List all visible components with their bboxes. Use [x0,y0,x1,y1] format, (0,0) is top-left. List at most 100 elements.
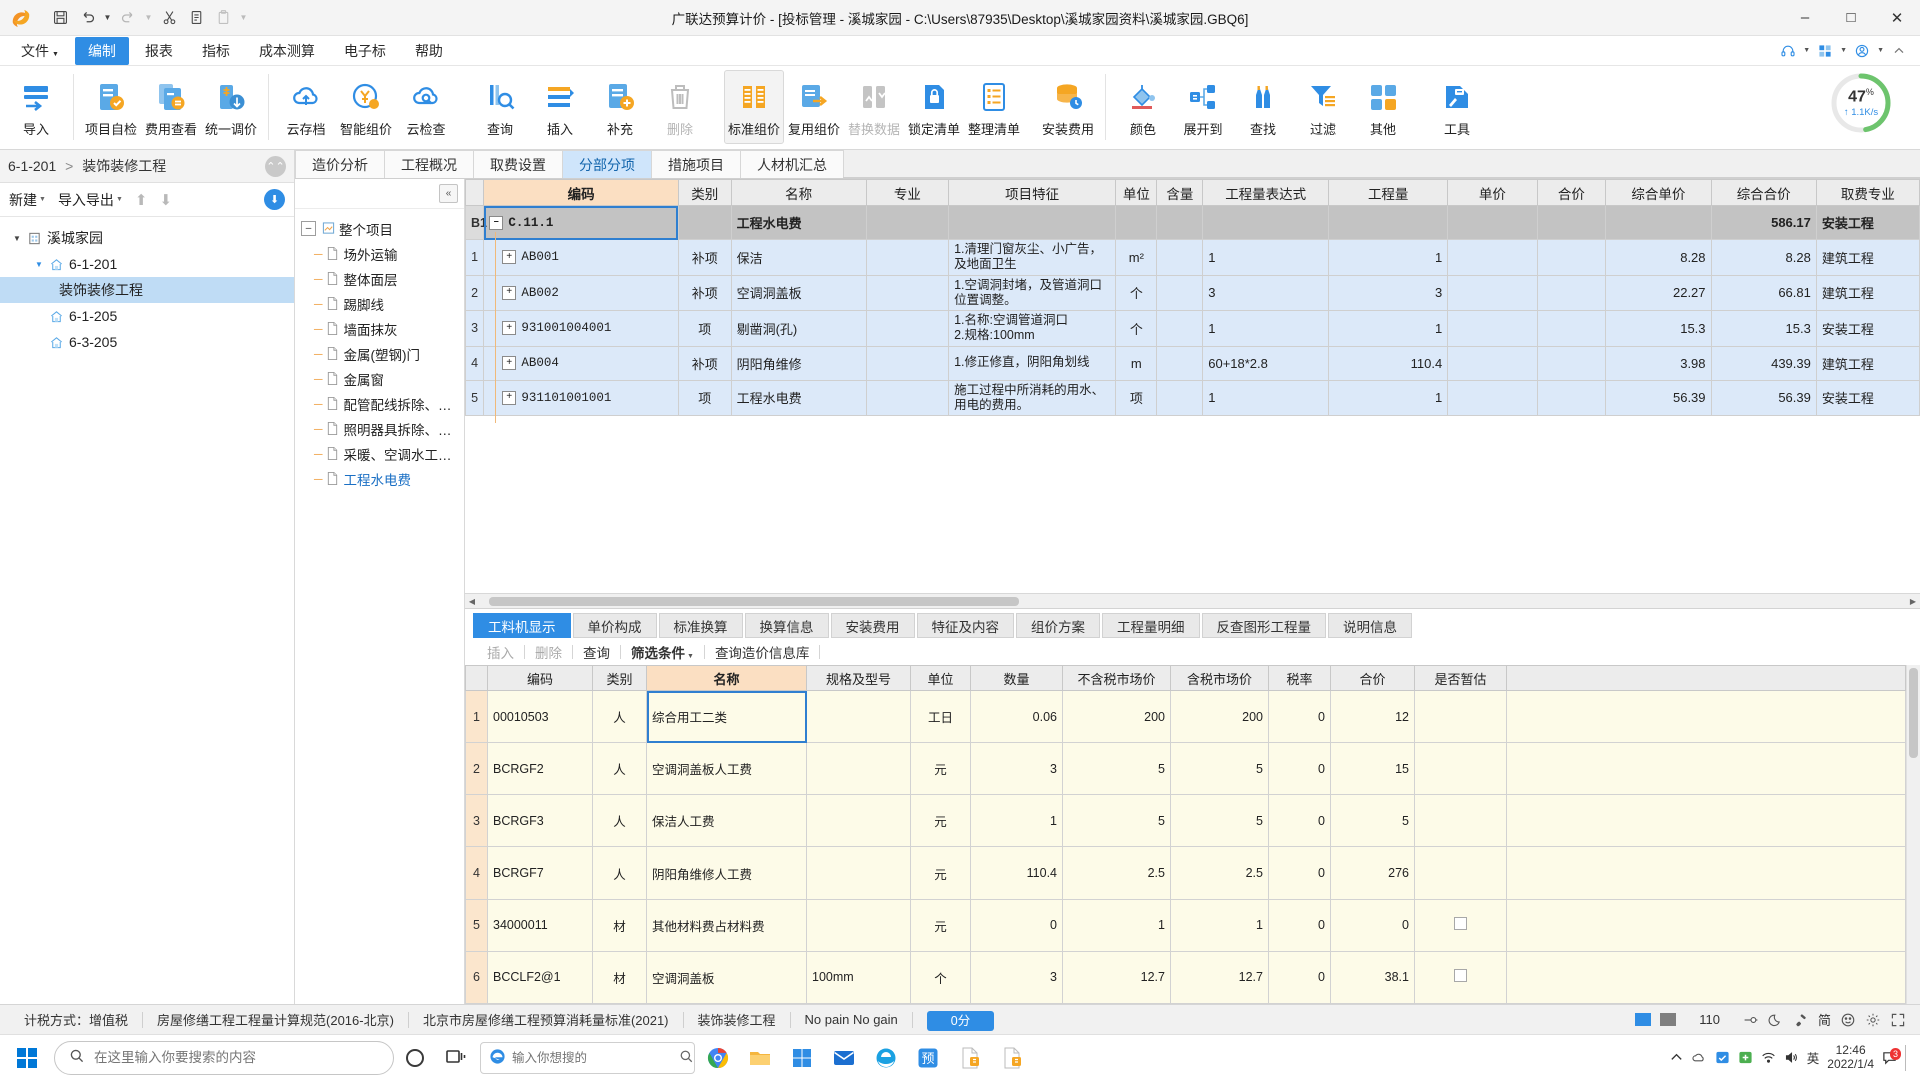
cell-category[interactable]: 材 [592,898,647,952]
collapse-panel-icon[interactable]: ⌃⌃ [265,155,286,177]
action-delete[interactable]: 删除 [525,642,572,662]
cell-expression[interactable]: 1 [1202,379,1330,416]
cell-tax-rate[interactable]: 0 [1268,689,1331,744]
cell-fee-specialty[interactable]: 建筑工程 [1815,239,1920,276]
cell-provisional[interactable] [1414,689,1507,744]
ime-language-indicator[interactable]: 简 [1818,1010,1831,1029]
gld-doc1-icon[interactable] [949,1038,991,1078]
cell-provisional[interactable] [1414,898,1507,952]
table-row[interactable]: 2 BCRGF2 人 空调洞盖板人工费 元 3 5 5 0 15 [465,742,1907,796]
ribbon-button-import[interactable]: 导入 [6,70,66,144]
cell-code[interactable]: + AB002 [483,267,679,318]
cell-expression[interactable]: 1 [1202,310,1330,347]
settings-gear-icon[interactable] [1865,1012,1881,1028]
cell-unit-price[interactable] [1447,274,1538,311]
subtree-node-water-electricity-fee[interactable]: ─ 工程水电费 [295,466,464,491]
tree-node-6-3-205[interactable]: 6-3-205 [0,329,294,355]
cell-unit[interactable] [1115,205,1158,240]
cell-tax-rate[interactable]: 0 [1268,846,1331,900]
cell-expression[interactable]: 1 [1202,239,1330,276]
expander-icon[interactable]: + [502,321,517,336]
col-provisional[interactable]: 是否暂估 [1414,665,1507,691]
cell-code[interactable]: BCRGF2 [487,742,593,796]
col-quantity[interactable]: 数量 [970,665,1063,691]
file-explorer-icon[interactable] [739,1038,781,1078]
tree-node-6-1-201[interactable]: ▼ 6-1-201 [0,251,294,277]
gld-doc2-icon[interactable] [991,1038,1033,1078]
subtree-node-item[interactable]: ─ 踢脚线 [295,291,464,316]
notifications-icon[interactable]: 3 [1882,1048,1901,1065]
subtree-node-item[interactable]: ─ 金属(塑钢)门 [295,341,464,366]
tray-app-blue-icon[interactable] [1715,1050,1730,1065]
layout-single-icon[interactable] [1635,1013,1652,1026]
scroll-track[interactable] [479,595,1906,607]
cell-content[interactable] [1156,239,1204,276]
col-spec[interactable]: 规格及型号 [806,665,911,691]
twisty-icon[interactable]: ▼ [32,260,46,269]
cell-comp-total[interactable]: 586.17 [1710,205,1817,240]
cell-code[interactable]: 34000011 [487,898,593,952]
cell-price-excl-tax[interactable]: 1 [1062,898,1171,952]
cell-code[interactable]: 00010503 [487,689,593,744]
table-row[interactable]: 5 34000011 材 其他材料费占材料费 元 0 1 1 0 0 [465,898,1907,952]
cell-name[interactable]: 空调洞盖板 [646,950,807,1004]
taskbar-clock[interactable]: 12:46 2022/1/4 [1827,1043,1874,1072]
headset-icon[interactable] [1777,40,1799,62]
cell-quantity[interactable]: 1 [1328,239,1449,276]
detail-tab-install-fee[interactable]: 安装费用 [830,613,915,638]
table-row[interactable]: B1 – C.11.1 工程水电费 586.17 安装工程 [465,205,1920,240]
tray-expand-icon[interactable] [1669,1050,1684,1065]
expander-icon[interactable]: + [502,390,517,405]
menu-item-help[interactable]: 帮助 [402,37,456,65]
ribbon-button-filter[interactable]: 过滤 [1293,70,1353,144]
ribbon-button-delete[interactable]: 删除 [650,70,710,144]
ribbon-button-expand-to[interactable]: 展开到 [1173,70,1233,144]
cell-feature[interactable]: 1.名称:空调管道洞口 2.规格:100mm [948,310,1117,347]
cell-category[interactable]: 人 [592,742,647,796]
cell-price-incl-tax[interactable]: 1 [1170,898,1269,952]
cell-specialty[interactable] [865,274,950,311]
close-button[interactable]: ✕ [1874,0,1920,36]
show-desktop-icon[interactable] [1905,1044,1908,1071]
cell-unit-price[interactable] [1447,205,1538,240]
onedrive-icon[interactable] [1692,1050,1707,1065]
tab-project-overview[interactable]: 工程概况 [384,150,474,178]
cell-unit-price[interactable] [1447,239,1538,276]
cell-unit-price[interactable] [1447,310,1538,347]
cell-quantity[interactable]: 1 [1328,379,1449,416]
subtree-node-item[interactable]: ─ 采暖、空调水工… [295,441,464,466]
col-category[interactable]: 类别 [592,665,647,691]
ribbon-button-other[interactable]: 其他 [1353,70,1413,144]
expander-icon[interactable]: + [502,250,517,265]
cell-total[interactable]: 276 [1330,846,1415,900]
import-export-button[interactable]: 导入导出 ▼ [58,190,123,210]
cell-comp-price[interactable]: 3.98 [1605,345,1712,381]
action-insert[interactable]: 插入 [477,642,524,662]
table-row[interactable]: 3 BCRGF3 人 保洁人工费 元 1 5 5 0 5 [465,794,1907,848]
brush-icon[interactable] [1793,1012,1809,1028]
cell-specialty[interactable] [865,379,950,416]
menu-item-e-bid[interactable]: 电子标 [331,37,399,65]
col-comprehensive-total[interactable]: 综合合价 [1710,179,1817,206]
col-price-incl-tax[interactable]: 含税市场价 [1170,665,1269,691]
ribbon-button-insert[interactable]: 插入 [530,70,590,144]
expander-icon[interactable]: + [502,356,517,370]
cell-quantity[interactable]: 1 [1328,310,1449,347]
cell-content[interactable] [1156,274,1204,311]
cell-unit[interactable]: 元 [910,794,971,848]
cell-price-excl-tax[interactable]: 200 [1062,689,1171,744]
cell-unit[interactable]: 个 [1115,310,1158,347]
table-row[interactable]: 1 + AB001 补项 保洁 1.清理门窗灰尘、小广告，及地面卫生 m² 1 [465,232,1920,283]
search-icon[interactable] [679,1049,694,1067]
cell-name[interactable]: 阴阳角维修人工费 [646,846,807,900]
user-account-icon[interactable] [1851,40,1873,62]
table-row[interactable]: 3 +931001004001 项 剔凿洞(孔) 1.名称:空调管道洞口 2.规… [465,303,1920,354]
col-name[interactable]: 名称 [646,665,807,691]
subtree-node-whole-project[interactable]: – 整个项目 [295,216,464,241]
maximize-button[interactable]: □ [1828,0,1874,36]
cell-total[interactable]: 38.1 [1330,950,1415,1004]
table-row[interactable]: 2 + AB002 补项 空调洞盖板 1.空调洞封堵，及管道洞口位置调整。 个 [465,267,1920,318]
menu-item-file[interactable]: 文件 ▼ [8,37,72,65]
cell-comp-total[interactable]: 439.39 [1710,345,1817,381]
paste-dropdown-icon[interactable]: ▼ [238,13,249,22]
